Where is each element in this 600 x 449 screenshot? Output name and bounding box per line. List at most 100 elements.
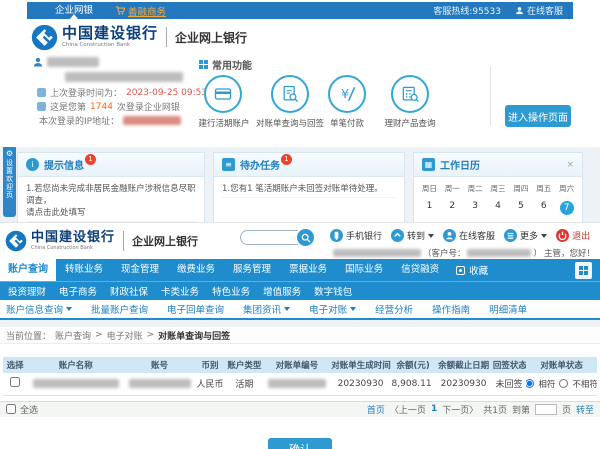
match-radio[interactable]: [526, 379, 535, 389]
caret-down-icon: [428, 233, 435, 238]
nav-account-query[interactable]: 账户查询: [0, 259, 56, 281]
nav-credit[interactable]: 信贷融资: [392, 259, 448, 281]
quick-item-current-account[interactable]: [204, 75, 242, 113]
caret-down-icon: [350, 307, 357, 311]
nav-cards[interactable]: 卡类业务: [161, 284, 199, 298]
breadcrumb-account-query[interactable]: 账户查询: [55, 329, 91, 342]
breadcrumb-e-reconciliation[interactable]: 电子对账: [107, 329, 143, 342]
current-page: 1: [430, 404, 438, 414]
headset-icon: [516, 7, 523, 15]
mismatch-radio[interactable]: [559, 379, 569, 389]
company-row: [65, 72, 183, 82]
nav-notes[interactable]: 票据业务: [280, 259, 336, 281]
quick-item-statement-query[interactable]: [271, 75, 309, 113]
tips-item-link[interactable]: 请点击此处填写: [26, 207, 196, 222]
tips-item-text: 1.若您尚未完成非居民金融账户涉税信息尽职调查，: [26, 184, 196, 206]
more-label: 更多: [520, 232, 539, 242]
caret-down-icon: [541, 233, 548, 238]
calendar-day[interactable]: 2: [441, 201, 464, 215]
breadcrumb-current: 对账单查询与回签: [158, 331, 231, 342]
nav-service-mgmt[interactable]: 服务管理: [224, 259, 280, 281]
set-welcome-page-ribbon[interactable]: ⚙ 设置欢迎页: [3, 147, 16, 217]
table-footer: 全选 首页 〈上一页 1 下一页〉 共1页 到第 页 转至: [0, 400, 600, 417]
calendar-day[interactable]: 1: [418, 201, 441, 215]
pagination: 首页 〈上一页 1 下一页〉 共1页 到第 页 转至: [367, 403, 594, 416]
account-number-redacted: [128, 378, 191, 388]
search-input[interactable]: [240, 230, 298, 245]
nav-international[interactable]: 国际业务: [336, 259, 392, 281]
nav-e-receipt-query[interactable]: 电子回单查询: [167, 302, 224, 316]
nav-transfer[interactable]: 转账业务: [56, 259, 112, 281]
more-icon: [504, 229, 518, 242]
nav-social-security[interactable]: 财政社保: [110, 284, 148, 298]
calculator-magnifier-icon: [402, 86, 419, 102]
enter-operation-button[interactable]: 进入操作页面: [505, 105, 571, 127]
quick-item-single-payment[interactable]: ¥: [328, 75, 366, 113]
statement-magnifier-icon: [283, 85, 298, 102]
mobile-bank-link[interactable]: 手机银行: [330, 229, 382, 242]
calendar-day-active[interactable]: 7: [555, 201, 578, 215]
calendar-day[interactable]: 3: [464, 201, 487, 215]
tab-shanrong-mall[interactable]: 善融商务: [115, 4, 166, 18]
next-page-link[interactable]: 下一页〉: [442, 403, 478, 416]
message-mini-icon: [37, 102, 46, 111]
nav-operation-guide[interactable]: 操作指南: [432, 302, 470, 316]
nav-group-info[interactable]: 集团资讯: [243, 302, 291, 316]
nav-favorites[interactable]: 收藏: [456, 259, 488, 281]
power-icon: [556, 229, 570, 242]
mobile-bank-label: 手机银行: [346, 232, 383, 242]
row-select-checkbox[interactable]: [10, 377, 21, 388]
goto-menu[interactable]: 转到: [391, 229, 435, 242]
nav-batch-account-query[interactable]: 批量账户查询: [91, 302, 148, 316]
ribbon-label: 设置欢迎页: [5, 159, 14, 199]
ccb-logo: [31, 24, 58, 50]
logout-button[interactable]: 退出: [556, 229, 590, 242]
prev-page-link[interactable]: 〈上一页: [390, 403, 426, 416]
goto-label: 转到: [407, 232, 426, 242]
nav-business-analysis[interactable]: 经营分析: [375, 302, 413, 316]
calendar-day[interactable]: 6: [532, 201, 555, 215]
confirm-button[interactable]: 确认: [268, 438, 332, 449]
quick-item-wealth-query-label[interactable]: 理财产品查询: [371, 117, 449, 129]
calendar-day[interactable]: 4: [487, 201, 510, 215]
tab-shanrong-mall-label: 善融商务: [128, 6, 167, 18]
nav-cash-mgmt[interactable]: 现金管理: [112, 259, 168, 281]
last-login-label: 上次登录时间为：: [50, 89, 123, 99]
quick-item-wealth-query[interactable]: [391, 75, 429, 113]
select-all-checkbox[interactable]: [6, 404, 16, 414]
todo-item-text[interactable]: 1.您有1 笔活期账户未回签对账单待处理。: [222, 183, 396, 198]
nav-invest[interactable]: 投资理财: [8, 284, 46, 298]
search-icon: [301, 233, 311, 243]
nav-ecommerce[interactable]: 电子商务: [59, 284, 97, 298]
apps-grid-button[interactable]: [575, 261, 592, 279]
nav-account-info-query[interactable]: 账户信息查询: [6, 302, 73, 316]
sign-status-cell: 未回签: [491, 373, 527, 396]
close-icon[interactable]: ×: [566, 160, 574, 170]
nav-e-reconciliation[interactable]: 电子对账: [309, 302, 357, 316]
goto-button[interactable]: 转至: [576, 403, 594, 416]
bank-name: 中国建设银行: [62, 23, 159, 42]
breadcrumb: 当前位置： 账户查询 > 电子对账 > 对账单查询与回签: [0, 327, 600, 344]
person-icon: [443, 229, 457, 242]
nav-digital-wallet[interactable]: 数字钱包: [314, 284, 352, 298]
goto-page-input[interactable]: [534, 403, 557, 415]
nav-detail-list[interactable]: 明细清单: [489, 302, 527, 316]
welcome-header: 中国建设银行 China Construction Bank 企业网上银行: [27, 19, 573, 55]
first-page-link[interactable]: 首页: [367, 403, 385, 416]
nav-value-added[interactable]: 增值服务: [263, 284, 301, 298]
online-service-link[interactable]: 在线客服: [443, 229, 495, 242]
calendar-day[interactable]: 5: [509, 201, 532, 215]
search-button[interactable]: [297, 229, 314, 246]
tips-badge: 1: [85, 154, 96, 165]
yen-pen-icon: ¥: [341, 86, 356, 101]
ip-redacted: [123, 116, 182, 125]
nav-bill-pay[interactable]: 缴费业务: [168, 259, 224, 281]
arrow-icon: [391, 229, 405, 242]
nav-special[interactable]: 特色业务: [212, 284, 250, 298]
more-menu[interactable]: 更多: [504, 229, 548, 242]
login-count: 1744: [90, 101, 113, 112]
select-all-label: 全选: [20, 405, 39, 416]
goto-prefix: 到第: [511, 405, 530, 416]
online-service-link[interactable]: 在线客服: [515, 4, 563, 17]
tab-corporate-ebank[interactable]: 企业网银: [43, 2, 105, 19]
